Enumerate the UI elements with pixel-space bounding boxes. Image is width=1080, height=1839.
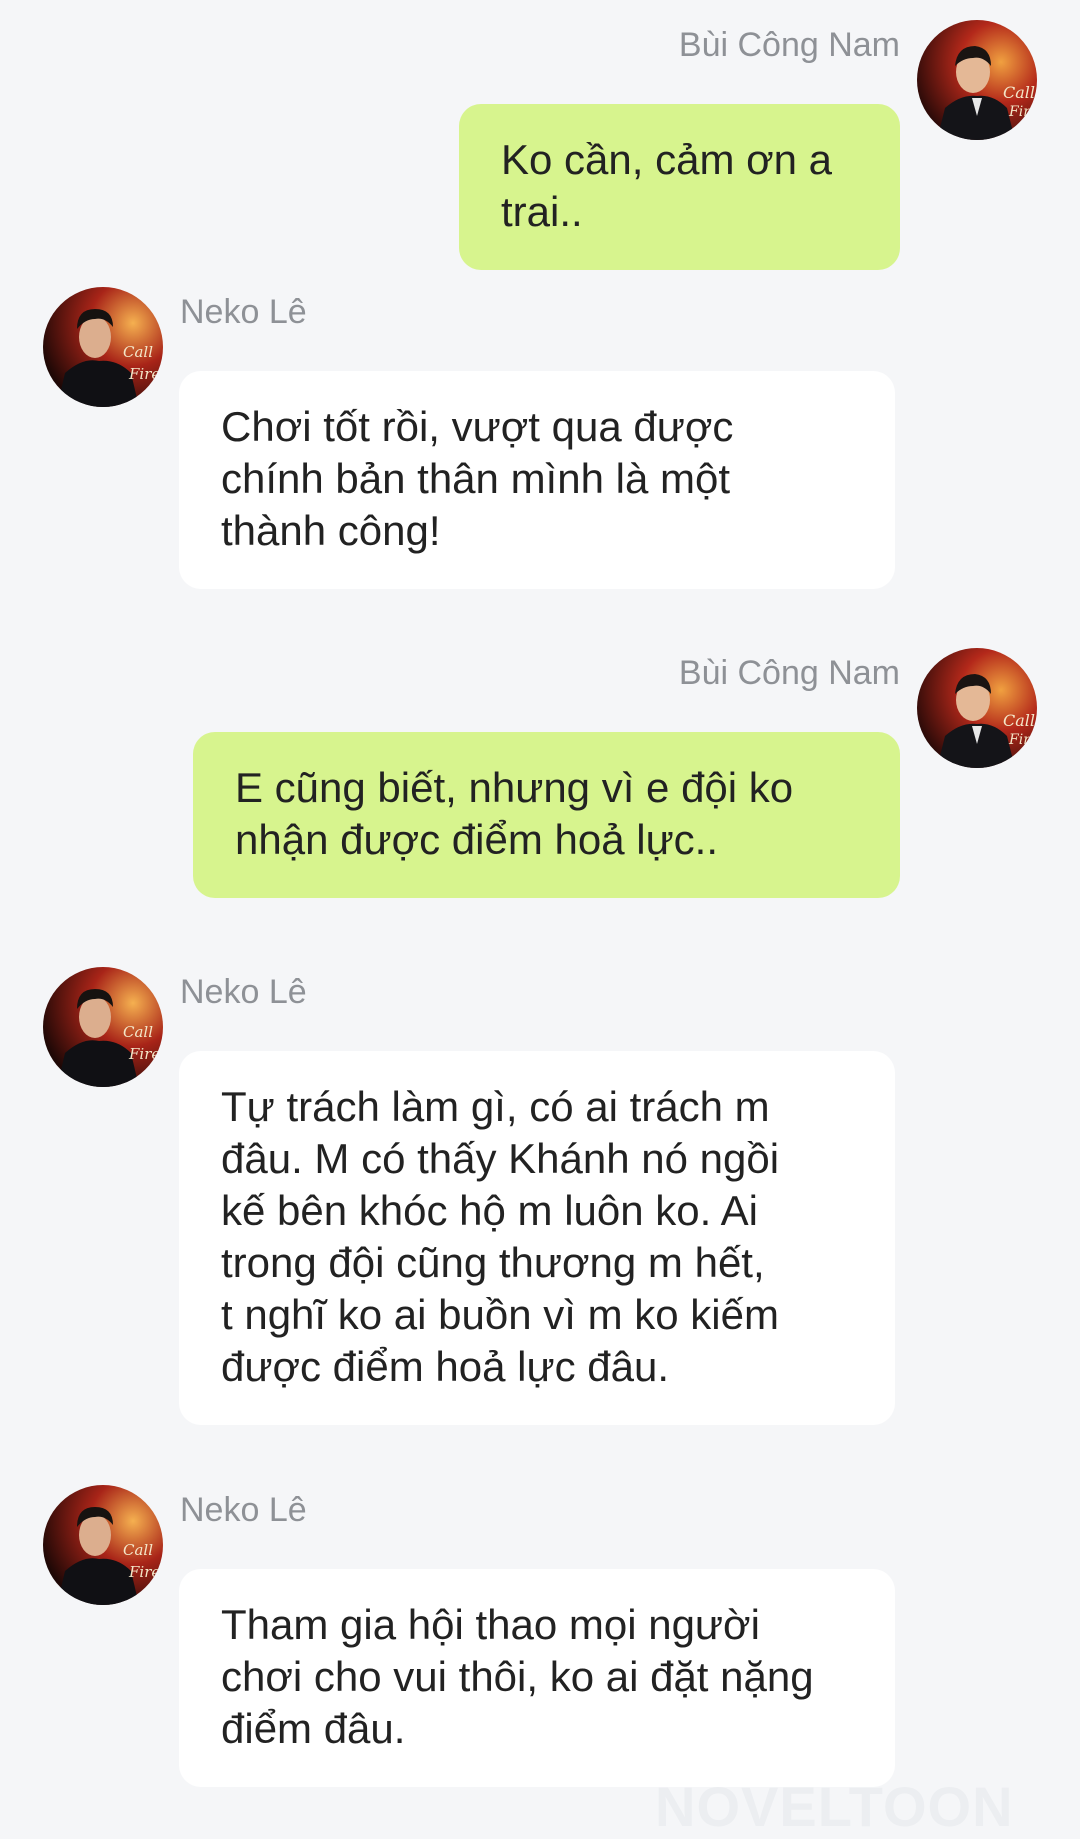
svg-text:Call: Call bbox=[123, 1023, 153, 1041]
message-bubble[interactable]: Ko cần, cảm ơn a trai.. bbox=[459, 104, 900, 270]
svg-text:Fire: Fire bbox=[128, 1563, 160, 1581]
sender-name: Bùi Công Nam bbox=[678, 26, 900, 64]
watermark-logo: NOVELTOON bbox=[655, 1775, 1014, 1838]
svg-text:Call: Call bbox=[1003, 83, 1035, 102]
avatar-neko-le[interactable]: Call Fire bbox=[43, 287, 163, 407]
sender-name: Bùi Công Nam bbox=[678, 654, 900, 692]
svg-text:Fire: Fire bbox=[1008, 104, 1037, 120]
sender-name: Neko Lê bbox=[180, 973, 307, 1011]
chat-thread: Call Fire Bùi Công Nam Ko cần, cảm ơn a … bbox=[0, 0, 1080, 1835]
avatar-photo-icon: Call Fire bbox=[43, 287, 163, 407]
svg-text:Fire: Fire bbox=[128, 1045, 160, 1063]
message-bubble[interactable]: Tự trách làm gì, có ai trách m đâu. M có… bbox=[179, 1051, 895, 1425]
message-bubble[interactable]: Chơi tốt rồi, vượt qua được chính bản th… bbox=[179, 371, 895, 589]
avatar-bui-cong-nam[interactable]: Call Fire bbox=[917, 648, 1037, 768]
svg-text:Call: Call bbox=[1003, 711, 1035, 730]
svg-text:Fire: Fire bbox=[128, 365, 160, 383]
avatar-neko-le[interactable]: Call Fire bbox=[43, 967, 163, 1087]
avatar-photo-icon: Call Fire bbox=[917, 20, 1037, 140]
avatar-neko-le[interactable]: Call Fire bbox=[43, 1485, 163, 1605]
svg-text:Fire: Fire bbox=[1008, 732, 1037, 748]
avatar-photo-icon: Call Fire bbox=[43, 967, 163, 1087]
message-bubble[interactable]: Tham gia hội thao mọi người chơi cho vui… bbox=[179, 1569, 895, 1787]
message-bubble[interactable]: E cũng biết, nhưng vì e đội ko nhận được… bbox=[193, 732, 900, 898]
sender-name: Neko Lê bbox=[180, 293, 307, 331]
svg-text:Call: Call bbox=[123, 343, 153, 361]
avatar-photo-icon: Call Fire bbox=[43, 1485, 163, 1605]
avatar-bui-cong-nam[interactable]: Call Fire bbox=[917, 20, 1037, 140]
sender-name: Neko Lê bbox=[180, 1491, 307, 1529]
avatar-photo-icon: Call Fire bbox=[917, 648, 1037, 768]
svg-text:Call: Call bbox=[123, 1541, 153, 1559]
